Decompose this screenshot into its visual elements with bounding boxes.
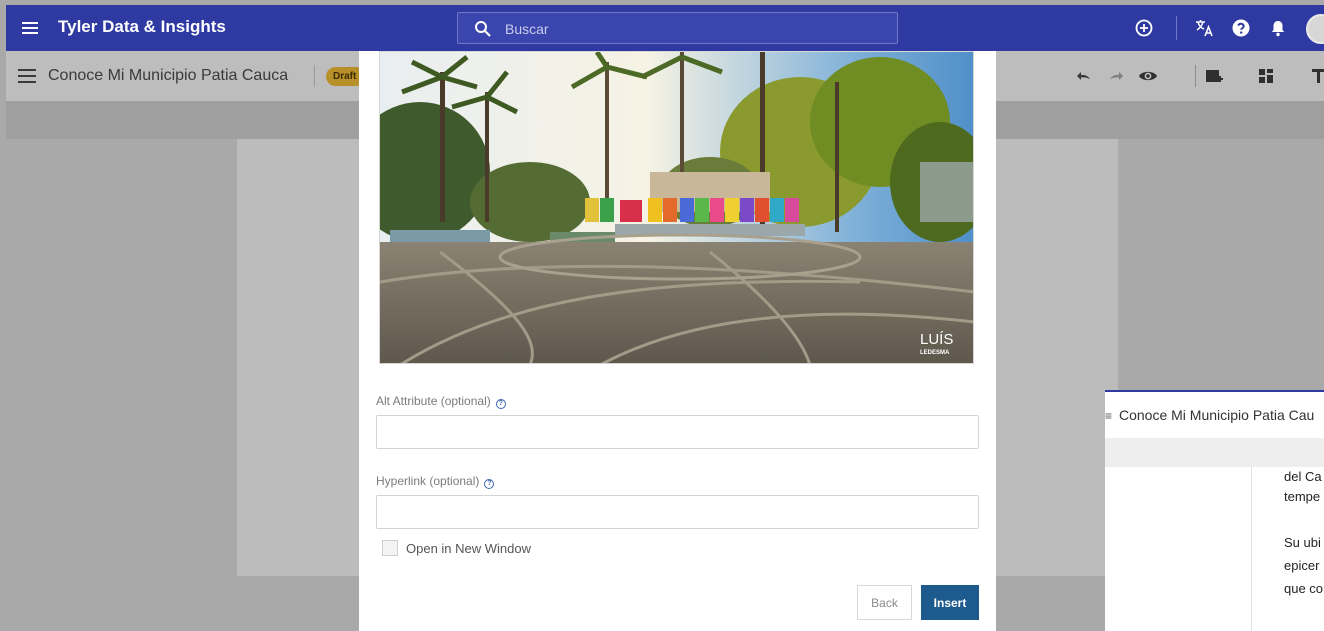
avatar[interactable] (1306, 14, 1324, 44)
story-canvas-left (237, 139, 359, 576)
layout-icon[interactable] (1256, 67, 1276, 85)
insert-button[interactable]: Insert (921, 585, 979, 620)
page: Tyler Data & Insights Buscar Conoce Mi M… (0, 0, 1324, 631)
preview-title: Conoce Mi Municipio Patia Cau (1119, 407, 1315, 423)
preview-text-line: Su ubi (1284, 535, 1321, 550)
alt-attribute-input[interactable] (376, 415, 979, 449)
hamburger-icon[interactable] (18, 68, 36, 84)
title-divider (314, 65, 315, 87)
bell-icon[interactable] (1268, 18, 1288, 38)
redo-icon[interactable] (1106, 67, 1126, 85)
preview-window: ≡ Conoce Mi Municipio Patia Cau del Ca t… (1105, 390, 1324, 631)
open-new-window-label[interactable]: Open in New Window (406, 541, 531, 556)
undo-icon[interactable] (1074, 67, 1094, 85)
image-preview: LUÍS LEDESMA (379, 51, 974, 364)
plaza-photo: LUÍS LEDESMA (380, 52, 973, 363)
preview-text-line: que co (1284, 581, 1324, 596)
hyperlink-input[interactable] (376, 495, 979, 529)
add-card-icon[interactable] (1204, 67, 1224, 85)
help-icon[interactable] (1231, 18, 1251, 38)
search-placeholder: Buscar (505, 21, 549, 37)
format-icon[interactable] (1308, 67, 1324, 85)
preview-menu-icon[interactable]: ≡ (1105, 409, 1112, 423)
preview-text-line: del Ca (1284, 469, 1322, 484)
preview-header: ≡ Conoce Mi Municipio Patia Cau (1105, 392, 1324, 438)
alt-attribute-label-text: Alt Attribute (optional) (376, 394, 491, 408)
search-icon (475, 21, 491, 37)
help-circle-icon[interactable]: ? (495, 399, 506, 409)
alt-attribute-label: Alt Attribute (optional)? (376, 394, 506, 409)
eye-icon[interactable] (1138, 67, 1158, 85)
back-button[interactable]: Back (857, 585, 912, 620)
help-circle-icon[interactable]: ? (484, 479, 495, 489)
watermark-surname: LEDESMA (920, 350, 950, 356)
image-insert-modal: LUÍS LEDESMA Alt Attribute (optional)? H… (359, 51, 996, 631)
toolbar-divider (1176, 16, 1177, 40)
menu-icon[interactable] (20, 18, 40, 38)
app-brand[interactable]: Tyler Data & Insights (58, 17, 226, 37)
open-new-window-checkbox[interactable] (382, 540, 398, 556)
add-circle-icon[interactable] (1134, 18, 1154, 38)
preview-divider (1251, 467, 1252, 631)
toolbar-divider-2 (1195, 65, 1196, 87)
preview-text-line: tempe (1284, 489, 1321, 504)
hyperlink-label-text: Hyperlink (optional) (376, 474, 480, 488)
translate-icon[interactable] (1194, 18, 1214, 38)
preview-band (1105, 438, 1324, 467)
story-title[interactable]: Conoce Mi Municipio Patia Cauca (48, 67, 288, 85)
preview-text-line: epicer (1284, 558, 1320, 573)
watermark-name: LUÍS (920, 331, 953, 348)
story-canvas-right (996, 139, 1118, 576)
top-bar: Tyler Data & Insights Buscar (6, 5, 1324, 51)
search-bar[interactable]: Buscar (457, 12, 898, 44)
hyperlink-label: Hyperlink (optional)? (376, 474, 495, 489)
